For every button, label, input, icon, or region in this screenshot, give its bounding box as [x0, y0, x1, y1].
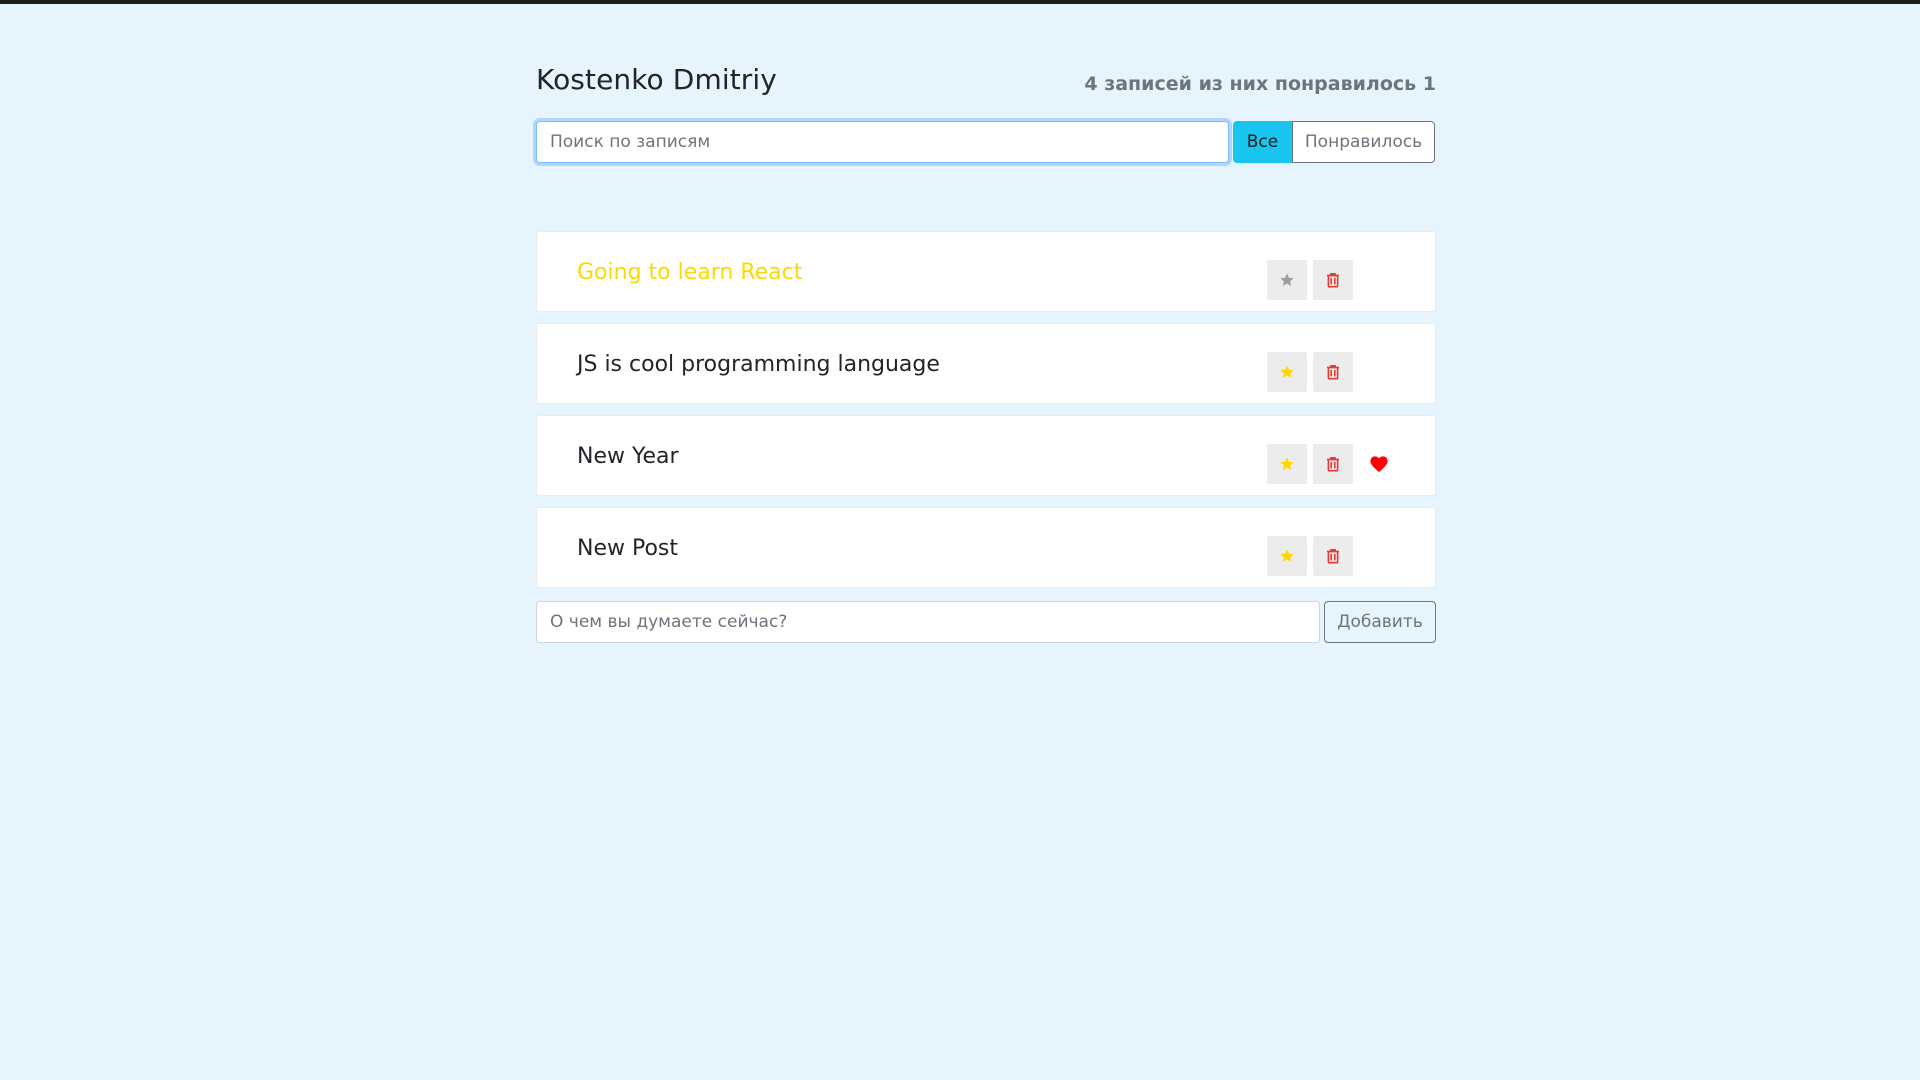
- filter-button-group: Все Понравилось: [1233, 121, 1435, 163]
- important-toggle-button[interactable]: [1267, 260, 1307, 300]
- search-input[interactable]: [536, 121, 1229, 163]
- star-icon: [1279, 548, 1295, 564]
- post-actions: [1267, 352, 1359, 392]
- post-item: Going to learn React: [536, 231, 1436, 312]
- star-icon: [1279, 272, 1295, 288]
- trash-icon: [1326, 272, 1340, 288]
- delete-post-button[interactable]: [1313, 536, 1353, 576]
- post-item: New Post: [536, 507, 1436, 588]
- delete-post-button[interactable]: [1313, 444, 1353, 484]
- filter-liked-button[interactable]: Понравилось: [1292, 121, 1435, 163]
- important-toggle-button[interactable]: [1267, 536, 1307, 576]
- post-list: Going to learn React JS is cool programmi…: [536, 231, 1436, 588]
- post-actions: [1267, 444, 1391, 484]
- important-toggle-button[interactable]: [1267, 444, 1307, 484]
- window-top-bar: [0, 0, 1920, 4]
- app-header: Kostenko Dmitriy 4 записей из них понрав…: [536, 56, 1436, 96]
- post-label[interactable]: JS is cool programming language: [577, 354, 940, 376]
- app-container: Kostenko Dmitriy 4 записей из них понрав…: [536, 56, 1436, 643]
- new-post-input[interactable]: [536, 601, 1320, 643]
- filter-all-button[interactable]: Все: [1233, 121, 1292, 163]
- post-actions: [1267, 536, 1359, 576]
- trash-icon: [1326, 364, 1340, 380]
- add-post-button[interactable]: Добавить: [1324, 601, 1436, 643]
- heart-icon: [1367, 452, 1391, 476]
- post-add-form: Добавить: [536, 601, 1436, 643]
- page-title: Kostenko Dmitriy: [536, 63, 777, 96]
- post-item: JS is cool programming language: [536, 323, 1436, 404]
- star-icon: [1279, 456, 1295, 472]
- post-label[interactable]: New Year: [577, 446, 679, 468]
- star-icon: [1279, 364, 1295, 380]
- post-actions: [1267, 260, 1359, 300]
- search-panel: Все Понравилось: [536, 121, 1436, 163]
- posts-summary: 4 записей из них понравилось 1: [1084, 73, 1436, 95]
- important-toggle-button[interactable]: [1267, 352, 1307, 392]
- post-label[interactable]: New Post: [577, 538, 678, 560]
- delete-post-button[interactable]: [1313, 260, 1353, 300]
- post-label[interactable]: Going to learn React: [577, 262, 802, 284]
- post-item: New Year: [536, 415, 1436, 496]
- trash-icon: [1326, 456, 1340, 472]
- trash-icon: [1326, 548, 1340, 564]
- delete-post-button[interactable]: [1313, 352, 1353, 392]
